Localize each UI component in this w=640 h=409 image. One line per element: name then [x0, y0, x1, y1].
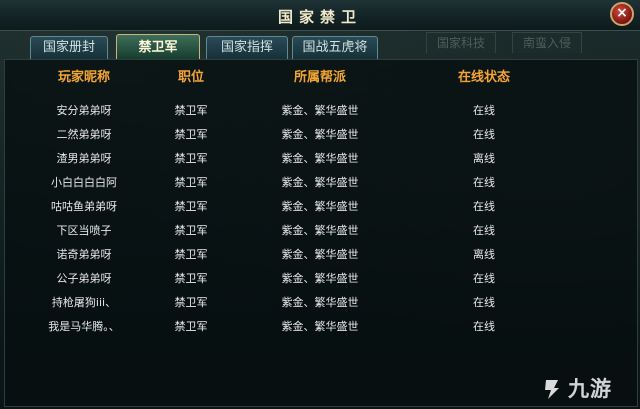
column-header-guild: 所属帮派: [293, 70, 346, 85]
close-button[interactable]: ×: [610, 2, 634, 26]
tab-national-command[interactable]: 国家指挥: [206, 36, 288, 59]
online-status: 离线: [473, 152, 495, 165]
column-header-status: 在线状态: [457, 70, 510, 85]
table-row[interactable]: 我是马华腾。、 禁卫军 紫金、繁华盛世 在线: [5, 313, 637, 337]
national-guard-window: 国家禁卫 × 国家册封 禁卫军 国家指挥 国战五虎将 玩家昵称 职位 所属帮派 …: [0, 0, 640, 409]
window-title: 国家禁卫: [277, 8, 362, 26]
player-name: 持枪屠狗iii、: [51, 296, 117, 309]
player-position: 禁卫军: [174, 104, 208, 117]
tab-five-tiger-generals[interactable]: 国战五虎将: [292, 36, 378, 59]
player-position: 禁卫军: [174, 248, 208, 261]
player-name: 我是马华腾。、: [48, 320, 120, 333]
player-position: 禁卫军: [174, 224, 208, 237]
watermark: 九游: [540, 375, 632, 403]
player-guild: 紫金、繁华盛世: [281, 152, 359, 165]
watermark-text: 九游: [568, 377, 612, 401]
online-status: 在线: [473, 224, 495, 237]
guard-list-panel: 玩家昵称 职位 所属帮派 在线状态 安分弟弟呀 禁卫军 紫金、繁华盛世 在线 二…: [4, 59, 638, 407]
online-status: 在线: [473, 272, 495, 285]
player-name: 公子弟弟呀: [56, 272, 112, 285]
player-guild: 紫金、繁华盛世: [281, 272, 359, 285]
player-guild: 紫金、繁华盛世: [281, 320, 359, 333]
column-header-position: 职位: [177, 70, 204, 85]
player-guild: 紫金、繁华盛世: [281, 104, 359, 117]
table-row[interactable]: 持枪屠狗iii、 禁卫军 紫金、繁华盛世 在线: [5, 289, 637, 313]
player-name: 下区当喷子: [56, 224, 112, 237]
table-row[interactable]: 安分弟弟呀 禁卫军 紫金、繁华盛世 在线: [5, 97, 637, 121]
player-guild: 紫金、繁华盛世: [281, 200, 359, 213]
online-status: 在线: [473, 104, 495, 117]
player-position: 禁卫军: [174, 272, 208, 285]
player-guild: 紫金、繁华盛世: [281, 248, 359, 261]
player-position: 禁卫军: [174, 200, 208, 213]
player-name: 安分弟弟呀: [56, 104, 112, 117]
player-guild: 紫金、繁华盛世: [281, 296, 359, 309]
table-row[interactable]: 下区当喷子 禁卫军 紫金、繁华盛世 在线: [5, 217, 637, 241]
online-status: 在线: [473, 128, 495, 141]
tab-national-appointment[interactable]: 国家册封: [30, 36, 108, 59]
tab-bar: 国家册封 禁卫军 国家指挥 国战五虎将: [0, 34, 640, 60]
window-titlebar: 国家禁卫 ×: [0, 0, 640, 31]
player-name: 咕咕鱼弟弟呀: [51, 200, 117, 213]
table-row[interactable]: 咕咕鱼弟弟呀 禁卫军 紫金、繁华盛世 在线: [5, 193, 637, 217]
online-status: 在线: [473, 200, 495, 213]
player-guild: 紫金、繁华盛世: [281, 224, 359, 237]
online-status: 在线: [473, 176, 495, 189]
player-guild: 紫金、繁华盛世: [281, 128, 359, 141]
table-row[interactable]: 二然弟弟呀 禁卫军 紫金、繁华盛世 在线: [5, 121, 637, 145]
tab-imperial-guard[interactable]: 禁卫军: [116, 34, 200, 60]
player-position: 禁卫军: [174, 320, 208, 333]
table-row[interactable]: 渣男弟弟呀 禁卫军 紫金、繁华盛世 离线: [5, 145, 637, 169]
table-row[interactable]: 诺奇弟弟呀 禁卫军 紫金、繁华盛世 离线: [5, 241, 637, 265]
player-position: 禁卫军: [174, 152, 208, 165]
player-name: 诺奇弟弟呀: [56, 248, 112, 261]
online-status: 离线: [473, 248, 495, 261]
online-status: 在线: [473, 296, 495, 309]
player-position: 禁卫军: [174, 296, 208, 309]
online-status: 在线: [473, 320, 495, 333]
player-position: 禁卫军: [174, 128, 208, 141]
player-name: 渣男弟弟呀: [56, 152, 112, 165]
9game-logo-icon: [540, 377, 564, 401]
column-header-nickname: 玩家昵称: [57, 70, 110, 85]
table-row[interactable]: 小白白白白阿 禁卫军 紫金、繁华盛世 在线: [5, 169, 637, 193]
table-row[interactable]: 公子弟弟呀 禁卫军 紫金、繁华盛世 在线: [5, 265, 637, 289]
table-header: 玩家昵称 职位 所属帮派 在线状态: [5, 66, 637, 85]
player-name: 小白白白白阿: [51, 176, 117, 189]
player-name: 二然弟弟呀: [56, 128, 112, 141]
player-position: 禁卫军: [174, 176, 208, 189]
player-guild: 紫金、繁华盛世: [281, 176, 359, 189]
